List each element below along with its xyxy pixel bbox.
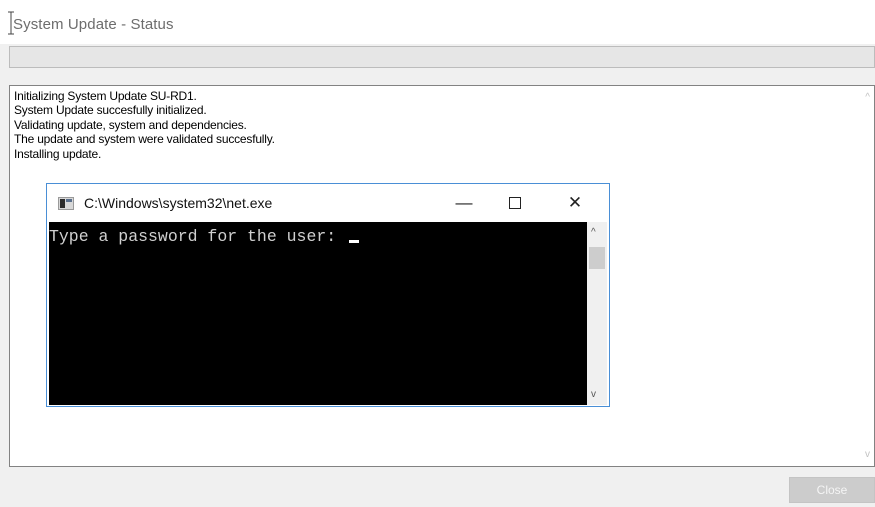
close-button[interactable]: Close	[789, 477, 875, 503]
console-title: C:\Windows\system32\net.exe	[84, 195, 273, 211]
progress-bar	[9, 46, 875, 68]
console-scrollbar[interactable]: ^ v	[587, 222, 607, 405]
console-line: Type a password for the user:	[49, 227, 360, 246]
minimize-button[interactable]: —	[441, 184, 487, 222]
log-line: The update and system were validated suc…	[14, 132, 275, 147]
log-lines: Initializing System Update SU-RD1. Syste…	[14, 89, 275, 161]
console-titlebar[interactable]: C:\Windows\system32\net.exe — ✕	[47, 184, 609, 222]
chevron-down-icon[interactable]: v	[865, 449, 870, 460]
log-line: System Update succesfully initialized.	[14, 103, 207, 118]
chevron-up-icon[interactable]: ^	[865, 92, 870, 103]
scrollbar-thumb[interactable]	[589, 247, 605, 269]
console-window[interactable]: C:\Windows\system32\net.exe — ✕ Type a p…	[46, 183, 610, 407]
scroll-up-icon[interactable]: ^	[591, 227, 596, 238]
log-line: Validating update, system and dependenci…	[14, 117, 247, 132]
close-window-button[interactable]: ✕	[552, 184, 598, 222]
window-title: System Update - Status	[13, 16, 174, 33]
console-app-icon	[58, 197, 74, 210]
text-caret	[349, 240, 360, 243]
scroll-down-icon[interactable]: v	[591, 389, 596, 400]
console-output[interactable]: Type a password for the user:	[49, 222, 587, 405]
maximize-button[interactable]	[492, 184, 538, 222]
password-prompt: Type a password for the user:	[49, 227, 347, 246]
window-titlebar: System Update - Status	[0, 0, 875, 44]
maximize-icon	[509, 197, 521, 209]
log-line: Installing update.	[14, 146, 102, 161]
log-line: Initializing System Update SU-RD1.	[14, 89, 197, 103]
